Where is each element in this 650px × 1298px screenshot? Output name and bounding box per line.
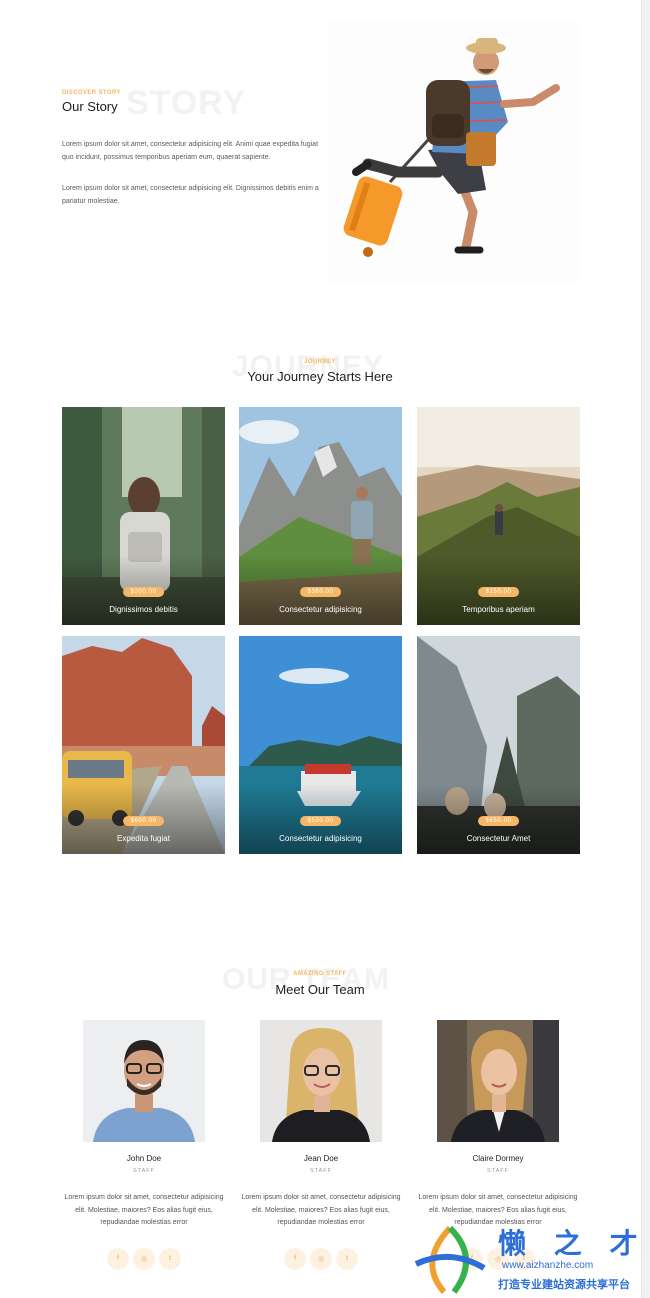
card-title: Temporibus aperiam [462,605,535,614]
story-section: STORY DISCOVER STORY Our Story Lorem ips… [0,0,640,300]
watermark-logo-icon [414,1225,486,1294]
team-member-jean-doe: Jean Doe STAFF Lorem ipsum dolor sit ame… [239,1020,403,1270]
social-links: f ◎ t [62,1247,226,1270]
journey-card[interactable]: $600.00 Expedita fugiat [62,636,225,854]
story-paragraph-2: Lorem ipsum dolor sit amet, consectetur … [62,185,319,205]
member-name: Jean Doe [303,1154,339,1163]
journey-card[interactable]: $650.00 Consectetur Amet [417,636,580,854]
journey-card[interactable]: $380.00 Consectetur adipisicing [239,407,402,625]
instagram-icon[interactable]: ◎ [133,1247,155,1270]
avatar [83,1020,205,1142]
traveler-image [328,22,580,282]
team-eyebrow: AMAZING STAFF [293,971,347,977]
member-bio: Lorem ipsum dolor sit amet, consectetur … [241,1194,401,1226]
story-title: Our Story [62,99,118,114]
avatar [437,1020,559,1142]
member-role: STAFF [309,1168,332,1174]
journey-eyebrow: JOURNEY [304,359,336,365]
card-title: Dignissimos debitis [109,605,178,614]
journey-card[interactable]: $200.00 Dignissimos debitis [62,407,225,625]
card-title: Consectetur Amet [466,834,531,843]
journey-card[interactable]: $530.00 Consectetur adipisicing [239,636,402,854]
member-role: STAFF [132,1168,155,1174]
card-title: Consectetur adipisicing [279,605,362,614]
twitter-icon[interactable]: t [336,1247,358,1270]
card-title: Expedita fugiat [117,834,170,843]
member-bio: Lorem ipsum dolor sit amet, consectetur … [64,1194,224,1226]
member-name: John Doe [126,1154,162,1163]
member-role: STAFF [486,1168,509,1174]
watermark-url: www.aizhanzhe.com [502,1260,594,1271]
team-title: Meet Our Team [275,982,365,997]
facebook-icon[interactable]: f [107,1247,129,1270]
instagram-icon[interactable]: ◎ [310,1247,332,1270]
watermark: 懒 之 才 www.aizhanzhe.com 打造专业建站资源共享平台 [410,1222,650,1298]
page-scrollbar[interactable] [641,0,650,1298]
price-badge: $150.00 [477,587,520,597]
journey-card[interactable]: $150.00 Temporibus aperiam [417,407,580,625]
social-links: f ◎ t [239,1247,403,1270]
card-title: Consectetur adipisicing [279,834,362,843]
journey-title: Your Journey Starts Here [247,369,393,384]
story-paragraph-1: Lorem ipsum dolor sit amet, consectetur … [62,141,319,161]
price-badge: $600.00 [122,816,165,826]
story-eyebrow: DISCOVER STORY [62,90,121,96]
story-background-word: STORY [126,84,247,122]
price-badge: $200.00 [122,587,165,597]
watermark-text: 懒 之 才 [498,1228,648,1259]
team-member-john-doe: John Doe STAFF Lorem ipsum dolor sit ame… [62,1020,226,1270]
price-badge: $380.00 [299,587,342,597]
avatar [260,1020,382,1142]
price-badge: $650.00 [477,816,520,826]
member-name: Claire Dormey [472,1154,524,1163]
watermark-tagline: 打造专业建站资源共享平台 [498,1279,630,1291]
facebook-icon[interactable]: f [284,1247,306,1270]
price-badge: $530.00 [299,816,342,826]
twitter-icon[interactable]: t [159,1247,181,1270]
